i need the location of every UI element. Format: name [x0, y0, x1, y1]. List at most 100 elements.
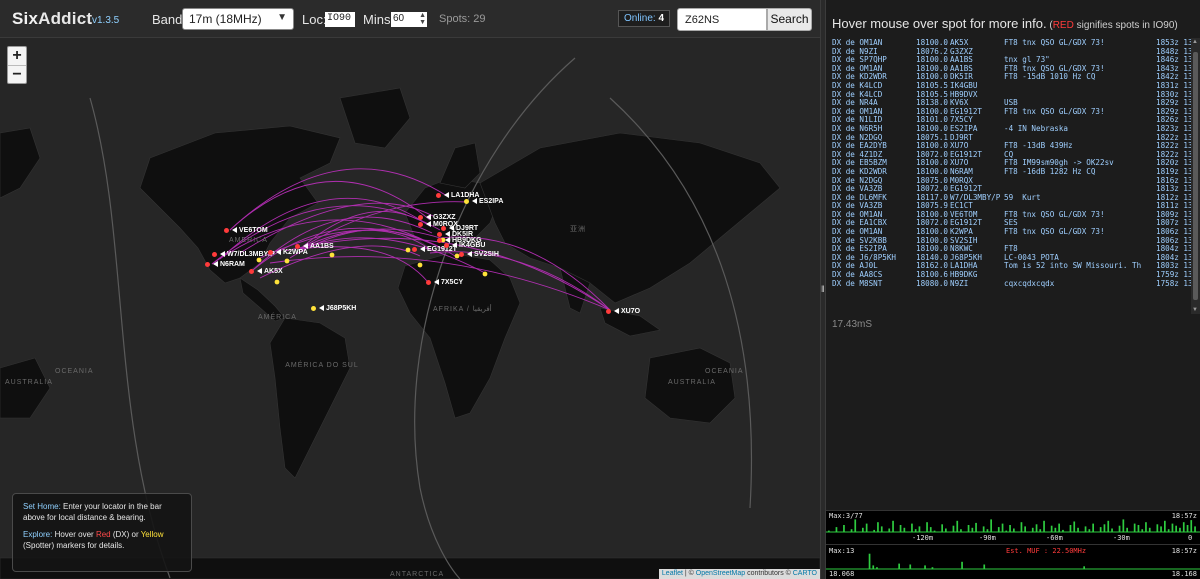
spot-row[interactable]: DX de OM1AN 18100.0 EG1912T FT8 tnx QSO GL/…	[832, 108, 1198, 117]
spot-list-scrollbar[interactable]: ▲ ▼	[1191, 38, 1200, 314]
pointer-icon	[472, 198, 477, 205]
scroll-thumb[interactable]	[1193, 52, 1198, 300]
osm-link[interactable]: OpenStreetMap	[696, 570, 745, 577]
spot-spotter: DX de N2DGQ	[832, 133, 883, 142]
spot-marker[interactable]: SV2SIH	[459, 251, 499, 259]
spot-frequency: 18162.0	[916, 262, 949, 271]
spot-row[interactable]: DX de 4Z1DZ18072.0EG1912TCQ1822z 13 Apr	[832, 151, 1198, 160]
zoom-out-button[interactable]: −	[8, 65, 26, 83]
world-map[interactable]: + − AMERICA AFRIKA / أفريقيا AMÉRICA AMÉ…	[0, 38, 820, 579]
dx-dot	[268, 249, 273, 255]
histogram-bar	[1039, 529, 1042, 532]
axis-tick: -30m	[1113, 534, 1130, 542]
map-attribution: Leaflet | © OpenStreetMap contributors ©…	[658, 569, 820, 579]
leaflet-link[interactable]: Leaflet	[662, 570, 683, 577]
spot-comment: FT8 -15dB 1010 Hz CQ	[1004, 73, 1096, 82]
spot-row[interactable]: DX de OM1AN 18100.0 VE6TOM FT8 tnx QSO GL/G…	[832, 211, 1198, 220]
spot-comment: FT8 tnx QSO GL/GDX 73!	[1004, 228, 1105, 237]
histogram-bar	[1073, 521, 1076, 532]
histogram-bar	[1194, 526, 1196, 532]
spot-comment: CQ	[1004, 150, 1014, 159]
spot-dx-call: EG1912T	[950, 150, 983, 159]
region-label: AUSTRALIA	[5, 379, 53, 386]
spot-row[interactable]: DX de EB5BZM 18100.0 XU7O FT8 IM99sm90gh ->…	[832, 159, 1198, 168]
spot-dx-call: VE6TOM	[950, 210, 978, 219]
spot-comment: -4 IN Nebraska	[1004, 124, 1069, 133]
spot-frequency: 18101.0	[916, 116, 949, 125]
histogram-bar	[1179, 527, 1181, 532]
app-logo: SixAddict	[12, 9, 93, 28]
spot-list[interactable]: DX de OM1AN 18100.0 AK5X FT8 tnx QSO GL/GDX…	[832, 39, 1198, 311]
spot-marker[interactable]: VE6TOM	[224, 227, 268, 235]
spot-row[interactable]: DX de K4LCD18105.5IK4GBU1831z 13 Apr	[832, 82, 1198, 91]
scroll-down-icon[interactable]: ▼	[1192, 307, 1198, 313]
spot-row[interactable]: DX de N9ZI18076.2G3ZXZ1848z 13 Apr	[832, 48, 1198, 57]
spot-row[interactable]: DX de KD2WDR 18100.0 DK5IR FT8 -15dB 1010 H…	[832, 73, 1198, 82]
spot-marker[interactable]: IK4GBU	[444, 242, 485, 250]
region-label: AMÉRICA DO SUL	[285, 362, 359, 369]
spot-row[interactable]: DX de N1LID18101.07X5CY1826z 13 Apr	[832, 116, 1198, 125]
dx-dot	[418, 214, 423, 220]
band-select[interactable]: 17m (18MHz) ▼	[182, 8, 294, 30]
dx-dot	[441, 225, 446, 231]
drag-handle-icon[interactable]: ‖	[821, 284, 825, 294]
spot-spotter: DX de OM1AN	[832, 107, 883, 116]
spot-row[interactable]: DX de AJ0L 18162.0 LA1DHA Tom is 52 into SW…	[832, 262, 1198, 271]
dx-dot	[249, 268, 254, 274]
spot-marker[interactable]: AA1BS	[295, 243, 334, 251]
spot-marker[interactable]: XU7O	[606, 308, 640, 316]
spot-row[interactable]: DX de OM1AN 18100.0 AA1BS FT8 tnx QSO GL/GD…	[832, 65, 1198, 74]
spot-comment: FT8 -13dB 439Hz	[1004, 142, 1073, 151]
zoom-in-button[interactable]: +	[8, 47, 26, 65]
scroll-up-icon[interactable]: ▲	[1192, 39, 1198, 45]
spot-row[interactable]: DX de ES2IPA18100.0N8KWCFT81804z 13 Apr	[832, 245, 1198, 254]
spot-row[interactable]: DX de N2DGQ18075.0M0RQX1816z 13 Apr	[832, 177, 1198, 186]
spot-row[interactable]: DX de EA2DYB 18100.0 XU7O FT8 -13dB 439Hz 18…	[832, 142, 1198, 151]
carto-link[interactable]: CARTO	[793, 570, 817, 577]
spot-row[interactable]: DX de N2DGQ18075.1DJ9RT1822z 13 Apr	[832, 134, 1198, 143]
histogram-bar	[1024, 526, 1026, 532]
spot-row[interactable]: DX de NR4A18138.0KV6XUSB1829z 13 Apr	[832, 99, 1198, 108]
time-histogram-chart	[826, 519, 1200, 533]
spot-marker[interactable]: 7X5CY	[426, 279, 463, 287]
histogram-bar	[843, 525, 845, 532]
spot-frequency: 18075.1	[916, 133, 949, 142]
spot-row[interactable]: DX de VA3ZB18075.9EC1CT1811z 13 Apr	[832, 202, 1198, 211]
spot-marker[interactable]: W7/DL3MBY/P	[212, 251, 275, 259]
spot-marker[interactable]: ES2IPA	[464, 198, 503, 206]
spot-row[interactable]: DX de J6/8P5KH 18140.0 J68P5KH LC-0043 POTA…	[832, 254, 1198, 263]
spot-row[interactable]: DX de M8SNT 18080.0 N9ZI cqxcqdxcqdx 1758z 1…	[832, 280, 1198, 289]
histogram-bar	[918, 526, 921, 532]
help-set-home: Set Home: Enter your locator in the bar …	[23, 502, 162, 522]
spot-row[interactable]: DX de DL6MFK 18117.0 W7/DL3MBY/P 59 Kurt 181…	[832, 194, 1198, 203]
help-box: Set Home: Enter your locator in the bar …	[12, 493, 192, 572]
spot-row[interactable]: DX de SP7QHP 18100.0 AA1BS tnx gl 73" 1846z …	[832, 56, 1198, 65]
spot-row[interactable]: DX de AA8CS18100.6HB9DKG1759z 13 Apr	[832, 271, 1198, 280]
freq-right: 18.168	[1171, 570, 1197, 578]
spot-marker[interactable]: J68P5KH	[311, 305, 356, 313]
spinner-arrows-icon[interactable]: ▲ ▼	[419, 12, 426, 26]
spot-row[interactable]: DX de K4LCD18105.5HB9DVX1830z 13 Apr	[832, 91, 1198, 100]
pointer-icon	[434, 279, 439, 286]
spot-frequency: 18138.0	[916, 99, 949, 108]
pointer-icon	[426, 214, 431, 221]
spot-frequency: 18100.6	[916, 271, 949, 280]
spot-spotter: DX de OM1AN	[832, 39, 883, 47]
spot-row[interactable]: DX de EA1CBX18072.0EG1912TSES1807z 13 Ap…	[832, 219, 1198, 228]
histogram-time: 18:57z	[1171, 547, 1197, 555]
spot-row[interactable]: DX de SV2KBB18100.0SV2SIH1806z 13 Apr	[832, 237, 1198, 246]
search-input[interactable]: Z62NS	[677, 8, 767, 31]
render-time: 17.43mS	[832, 319, 873, 330]
region-label: OCEANIA	[55, 368, 94, 375]
spot-marker[interactable]: N6RAM	[205, 261, 245, 269]
locator-input[interactable]: IO90	[325, 12, 355, 27]
spot-row[interactable]: DX de OM1AN 18100.0 AK5X FT8 tnx QSO GL/GDX…	[832, 39, 1198, 48]
spot-row[interactable]: DX de KD2WDR 18100.0 N6RAM FT8 -16dB 1282 H…	[832, 168, 1198, 177]
spot-marker[interactable]: AK5X	[249, 268, 283, 276]
spot-row[interactable]: DX de N6R5H 18100.0 ES2IPA -4 IN Nebraska 18…	[832, 125, 1198, 134]
spot-row[interactable]: DX de VA3ZB18072.0EG1912T1813z 13 Apr	[832, 185, 1198, 194]
minutes-input[interactable]: 60 ▲ ▼	[391, 12, 427, 27]
spot-row[interactable]: DX de OM1AN 18100.0 K2WPA FT8 tnx QSO GL/GD…	[832, 228, 1198, 237]
search-button[interactable]: Search	[767, 8, 812, 31]
spot-dx-call: LA1DHA	[950, 262, 978, 271]
